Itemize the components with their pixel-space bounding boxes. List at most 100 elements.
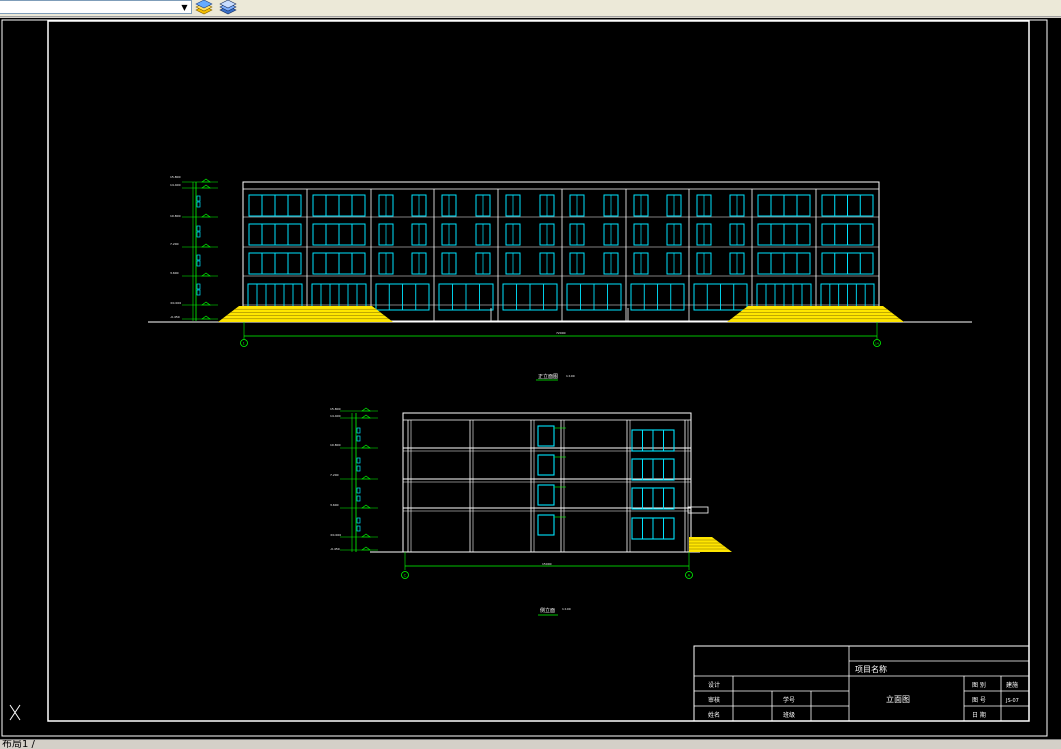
- sheet-outer-border: [1, 19, 1048, 737]
- front-level-window-mark: [196, 260, 201, 267]
- date-label: 日 期: [972, 711, 986, 719]
- front-level-label: -0.450: [170, 315, 180, 319]
- front-level-labels: 15.800 14.400 10.800 7.200 3.600 ±0.000 …: [170, 175, 181, 319]
- side-axis-end-label: A: [688, 574, 691, 578]
- layer-manager-icon: [195, 0, 213, 15]
- side-level-window-mark: [356, 525, 361, 532]
- side-level-window-mark: [356, 465, 361, 472]
- sheet-label: 图 别: [972, 681, 986, 689]
- side-level-symbol: [361, 533, 371, 538]
- side-level-symbol: [361, 407, 371, 412]
- side-level-symbol: [361, 504, 371, 509]
- side-level-label: 3.600: [330, 503, 339, 507]
- side-axis-start-label: C: [404, 574, 407, 578]
- front-level-symbol: [201, 178, 211, 183]
- side-level-label: 10.800: [330, 443, 341, 447]
- front-level-symbol: [201, 213, 211, 218]
- layer-manager-button[interactable]: [194, 0, 214, 15]
- side-level-window-mark: [356, 427, 361, 434]
- side-level-label: 14.400: [330, 414, 341, 418]
- side-level-label: 7.200: [330, 473, 339, 477]
- front-level-symbol: [201, 315, 211, 320]
- front-level-symbol: [201, 243, 211, 248]
- side-elevation: [340, 407, 732, 570]
- front-level-label: 10.800: [170, 214, 181, 218]
- side-level-window-mark: [356, 517, 361, 524]
- side-stair-window: [537, 514, 555, 536]
- number-label: 图 号: [972, 697, 986, 704]
- side-level-symbol: [361, 475, 371, 480]
- checker-label: 审核: [708, 696, 720, 704]
- front-level-window-mark: [196, 254, 201, 261]
- name-label: 姓名: [708, 711, 720, 719]
- drawing-canvas[interactable]: 正立面图 1:100 侧立面 1:100 72000 15000 1 14 C …: [0, 18, 1061, 739]
- sheet-value: 建施: [1006, 681, 1018, 689]
- front-level-window-mark: [196, 231, 201, 238]
- layout-tabbar: 布局1 /: [0, 739, 1061, 749]
- designer-label: 设计: [708, 681, 720, 689]
- side-level-symbol: [361, 414, 371, 419]
- title-block: 项目名称 立面图 设计 审核 姓名 学号 班级 图 别 建施 图 号 JS-07…: [693, 645, 1030, 722]
- side-building-outline: [402, 412, 692, 553]
- layer-states-button[interactable]: [218, 0, 238, 15]
- front-elevation-title-text: 正立面图: [538, 373, 558, 380]
- front-level-label: ±0.000: [170, 301, 181, 305]
- front-level-window-mark: [196, 289, 201, 296]
- side-level-label: 15.800: [330, 407, 341, 411]
- side-level-window-mark: [356, 495, 361, 502]
- front-axis-bubble-end: 14: [873, 339, 881, 347]
- side-level-window-mark: [356, 487, 361, 494]
- front-axis-end-label: 14: [875, 342, 879, 346]
- side-stair-window: [537, 425, 555, 447]
- front-level-label: 14.400: [170, 183, 181, 187]
- front-entrance-steps-left: [218, 306, 393, 322]
- front-level-symbol: [201, 272, 211, 277]
- front-level-label: 3.600: [170, 271, 179, 275]
- side-level-symbol: [361, 444, 371, 449]
- side-axis-bubble-end: A: [685, 571, 693, 579]
- tab-layout1[interactable]: 布局1 /: [2, 740, 35, 749]
- front-elevation-title: 正立面图 1:100: [536, 373, 575, 381]
- side-level-window-mark: [356, 457, 361, 464]
- side-stair-window: [537, 454, 555, 476]
- front-level-window-mark: [196, 225, 201, 232]
- front-entrance-steps-right: [727, 306, 904, 322]
- student-no-label: 学号: [783, 696, 795, 704]
- side-level-label: -0.450: [330, 547, 340, 551]
- project-name-label: 项目名称: [855, 664, 887, 674]
- sheet-inner-border: [47, 20, 1030, 722]
- front-axis-bubble-start: 1: [240, 339, 248, 347]
- class-label: 班级: [783, 711, 795, 719]
- side-elevation-title: 侧立面 1:100: [538, 607, 571, 616]
- side-elevation-title-text: 侧立面: [540, 607, 555, 614]
- front-elevation-scale: 1:100: [566, 374, 575, 378]
- front-level-window-mark: [196, 283, 201, 290]
- top-toolbar: ▼: [0, 0, 1061, 17]
- drawing-svg: 正立面图 1:100 侧立面 1:100 72000 15000 1 14 C …: [1, 19, 1048, 737]
- front-level-symbol: [201, 184, 211, 189]
- side-entrance-steps: [689, 537, 732, 552]
- number-value: JS-07: [1005, 698, 1019, 704]
- front-level-window-mark: [196, 201, 201, 208]
- side-level-window-mark: [356, 435, 361, 442]
- side-axis-bubble-start: C: [401, 571, 409, 579]
- side-stair-window: [537, 484, 555, 506]
- side-total-dimension: 15000: [542, 562, 552, 566]
- chevron-down-icon[interactable]: ▼: [178, 1, 191, 13]
- front-level-label: 7.200: [170, 242, 179, 246]
- side-level-symbol: [361, 546, 371, 551]
- front-level-symbol: [201, 301, 211, 306]
- layer-dropdown[interactable]: ▼: [0, 0, 192, 14]
- front-level-label: 15.800: [170, 175, 181, 179]
- side-level-label: ±0.000: [330, 533, 341, 537]
- ucs-icon: [9, 704, 21, 721]
- side-level-labels: 15.800 14.400 10.800 7.200 3.600 ±0.000 …: [330, 407, 341, 551]
- front-elevation: [148, 178, 972, 339]
- cad-application: ▼ 正立面图 1:100 侧立面 1:100 72000 15000 1 14 …: [0, 0, 1061, 749]
- front-level-window-mark: [196, 195, 201, 202]
- front-total-dimension: 72000: [556, 331, 566, 335]
- side-elevation-scale: 1:100: [562, 607, 571, 611]
- layer-states-icon: [219, 0, 237, 15]
- front-axis-start-label: 1: [243, 342, 245, 346]
- drawing-name: 立面图: [886, 694, 910, 704]
